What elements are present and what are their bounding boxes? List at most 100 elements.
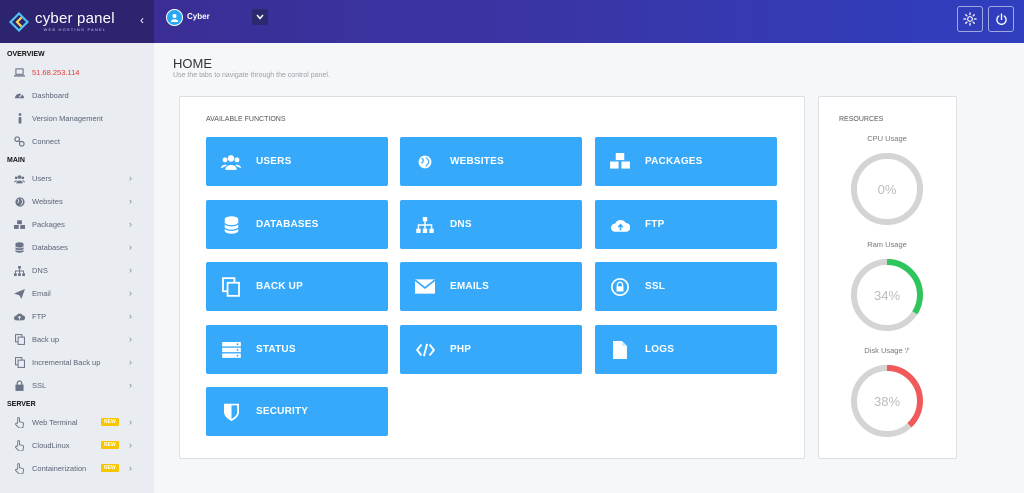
hand-pointer-icon	[14, 440, 25, 451]
sidebar-item-packages[interactable]: Packages ›	[0, 213, 154, 236]
sidebar-item-websites[interactable]: Websites ›	[0, 190, 154, 213]
cpu-usage-gauge: 0%	[849, 151, 925, 227]
sidebar-item-users[interactable]: Users ›	[0, 167, 154, 190]
sidebar-item-label: DNS	[32, 266, 48, 275]
sidebar-item-server-ip[interactable]: 51.68.253.114	[0, 61, 154, 84]
ram-usage-gauge: 34%	[849, 257, 925, 333]
back-up-button[interactable]: BACK UP	[206, 262, 388, 311]
new-badge: NEW	[101, 441, 119, 449]
ram-usage-value: 34%	[873, 287, 901, 303]
ssl-button[interactable]: SSL	[595, 262, 777, 311]
database-icon	[220, 214, 242, 236]
sidebar-item-version-management[interactable]: Version Management	[0, 107, 154, 130]
dns-button[interactable]: DNS	[400, 200, 582, 249]
cyberpanel-logo-icon	[9, 11, 29, 32]
security-button[interactable]: SECURITY	[206, 387, 388, 436]
server-icon	[220, 339, 242, 361]
sidebar-item-label: Version Management	[32, 114, 103, 123]
sidebar-item-web-terminal[interactable]: Web Terminal NEW ›	[0, 411, 154, 434]
sidebar-item-databases[interactable]: Databases ›	[0, 236, 154, 259]
sidebar-item-ssl[interactable]: SSL ›	[0, 374, 154, 397]
sidebar-item-dns[interactable]: DNS ›	[0, 259, 154, 282]
sidebar-item-label: Users	[32, 174, 52, 183]
back-up-button-label: BACK UP	[256, 281, 303, 292]
disk-usage-label: Disk Usage '/'	[864, 346, 910, 355]
sidebar-collapse-chevron-icon[interactable]: ‹	[136, 12, 148, 28]
dns-button-label: DNS	[450, 219, 472, 230]
cpu-usage-value: 0%	[877, 181, 897, 197]
paper-plane-icon	[14, 288, 25, 299]
settings-button[interactable]	[957, 6, 983, 32]
sidebar-heading-main: MAIN	[7, 156, 25, 164]
sidebar-item-incremental-back-up[interactable]: Incremental Back up ›	[0, 351, 154, 374]
hand-pointer-icon	[14, 417, 25, 428]
lock-icon	[14, 380, 25, 391]
cloud-upload-icon	[14, 311, 25, 322]
sidebar-item-containerization[interactable]: Containerization NEW ›	[0, 457, 154, 480]
sidebar-item-label: Containerization	[32, 464, 87, 473]
databases-button[interactable]: DATABASES	[206, 200, 388, 249]
top-bar: cyber panel WEB HOSTING PANEL ‹ Cyber	[0, 0, 1024, 43]
chevron-right-icon: ›	[129, 196, 132, 206]
brand-tagline: WEB HOSTING PANEL	[43, 27, 107, 32]
cubes-icon	[609, 151, 631, 173]
sidebar-item-ftp[interactable]: FTP ›	[0, 305, 154, 328]
user-dropdown-chevron-icon[interactable]	[252, 9, 268, 25]
power-icon	[995, 12, 1007, 25]
power-button[interactable]	[988, 6, 1014, 32]
sidebar-item-email[interactable]: Email ›	[0, 282, 154, 305]
websites-button-label: WEBSITES	[450, 156, 504, 167]
sidebar-heading-overview: OVERVIEW	[7, 50, 45, 58]
info-icon	[14, 113, 25, 124]
sidebar-item-dashboard[interactable]: Dashboard	[0, 84, 154, 107]
user-avatar-icon[interactable]	[166, 9, 183, 26]
cpu-usage-label: CPU Usage	[867, 134, 907, 143]
chevron-right-icon: ›	[129, 242, 132, 252]
users-button-label: USERS	[256, 156, 292, 167]
users-icon	[220, 151, 242, 173]
disk-usage-value: 38%	[873, 393, 901, 409]
chevron-right-icon: ›	[129, 380, 132, 390]
emails-button[interactable]: EMAILS	[400, 262, 582, 311]
new-badge: NEW	[101, 418, 119, 426]
disk-usage-gauge: 38%	[849, 363, 925, 439]
chevron-right-icon: ›	[129, 288, 132, 298]
status-button[interactable]: STATUS	[206, 325, 388, 374]
ftp-button[interactable]: FTP	[595, 200, 777, 249]
sidebar-item-label: Back up	[32, 335, 60, 344]
sidebar-item-connect[interactable]: Connect	[0, 130, 154, 153]
sidebar-item-label: Packages	[32, 220, 65, 229]
chevron-right-icon: ›	[129, 334, 132, 344]
sidebar-item-label: Email	[32, 289, 51, 298]
emails-button-label: EMAILS	[450, 281, 489, 292]
sidebar-item-label: SSL	[32, 381, 47, 390]
chevron-right-icon: ›	[129, 219, 132, 229]
php-button-label: PHP	[450, 344, 472, 355]
database-icon	[14, 242, 25, 253]
sidebar-item-label: FTP	[32, 312, 47, 321]
users-button[interactable]: USERS	[206, 137, 388, 186]
chevron-right-icon: ›	[129, 265, 132, 275]
page-title: HOME	[173, 56, 212, 71]
shield-icon	[220, 401, 242, 423]
lock-icon	[609, 276, 631, 298]
logs-button[interactable]: LOGS	[595, 325, 777, 374]
packages-button[interactable]: PACKAGES	[595, 137, 777, 186]
user-name[interactable]: Cyber	[187, 12, 210, 21]
websites-button[interactable]: WEBSITES	[400, 137, 582, 186]
ftp-button-label: FTP	[645, 219, 665, 230]
sidebar-item-cloudlinux[interactable]: CloudLinux NEW ›	[0, 434, 154, 457]
packages-icon	[14, 219, 25, 230]
link-icon	[14, 136, 25, 147]
php-button[interactable]: PHP	[400, 325, 582, 374]
cloud-upload-icon	[609, 214, 631, 236]
sidebar-heading-server: SERVER	[7, 400, 36, 408]
code-icon	[414, 339, 436, 361]
chevron-right-icon: ›	[129, 173, 132, 183]
status-button-label: STATUS	[256, 344, 296, 355]
sidebar-item-back-up[interactable]: Back up ›	[0, 328, 154, 351]
sidebar-item-label: 51.68.253.114	[32, 68, 80, 77]
copy-icon	[14, 357, 25, 368]
brand[interactable]: cyber panel WEB HOSTING PANEL	[0, 0, 154, 43]
globe-icon	[14, 196, 25, 207]
